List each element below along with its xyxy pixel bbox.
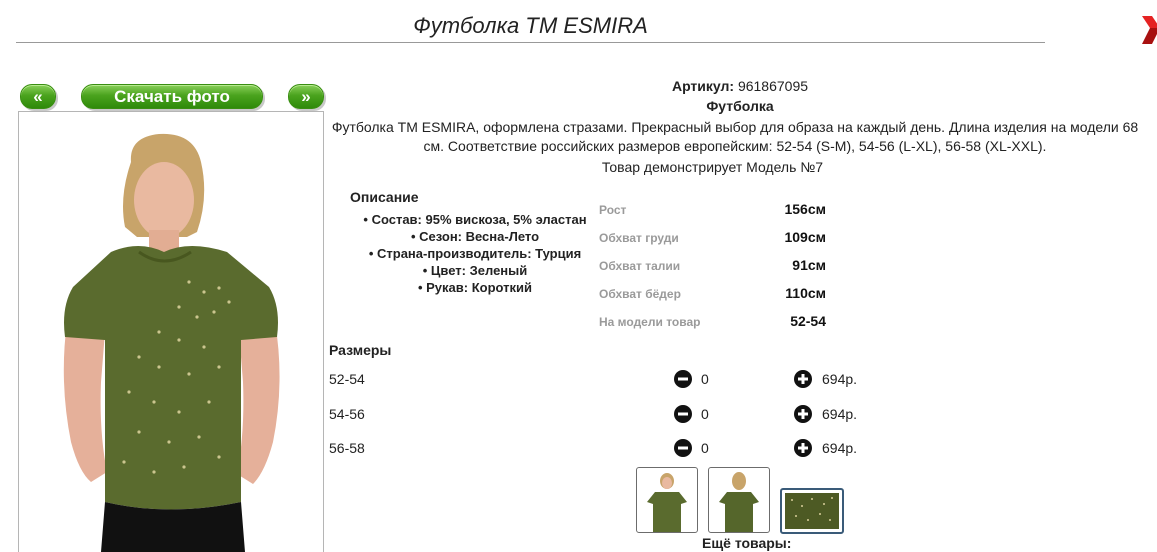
minus-circle-icon[interactable] [674,370,692,388]
description-item: Сезон: Весна-Лето [350,228,600,245]
size-row: 56-58 0 694р. [329,439,889,460]
thumbnail-detail-image [785,493,839,529]
quantity-value: 0 [701,371,709,387]
download-photo-button[interactable]: Скачать фото [81,84,263,109]
size-label: 56-58 [329,440,365,456]
quantity-value: 0 [701,406,709,422]
product-type: Футболка [706,98,774,114]
description-list: Состав: 95% вискоза, 5% эластан Сезон: В… [350,211,600,296]
measurement-label: Обхват груди [599,231,679,245]
measurement-label: Рост [599,203,627,217]
plus-circle-icon[interactable] [794,370,812,388]
minus-circle-icon[interactable] [674,439,692,457]
more-products-label: Ещё товары: [702,535,792,551]
size-label: 52-54 [329,371,365,387]
minus-circle-icon[interactable] [674,405,692,423]
description-item: Состав: 95% вискоза, 5% эластан [350,211,600,228]
thumbnail-detail[interactable] [780,488,844,534]
description-item: Рукав: Короткий [350,279,600,296]
quantity-value: 0 [701,440,709,456]
size-row: 52-54 0 694р. [329,370,889,391]
thumbnail-front-image [647,473,687,532]
measurement-value: 156см [784,201,826,217]
measurement-value: 91см [792,257,826,273]
thumbnail-back[interactable] [708,467,770,533]
product-description: Футболка ТМ ESMIRA, оформлена стразами. … [331,119,1139,154]
measurement-row: На модели товар 52-54 [599,313,829,341]
description-item: Страна-производитель: Турция [350,245,600,262]
article-value: 961867095 [737,78,809,94]
measurement-label: Обхват талии [599,259,681,273]
plus-circle-icon[interactable] [794,439,812,457]
size-price: 694р. [822,440,858,456]
size-price: 694р. [822,371,858,387]
thumbnail-back-image [719,472,759,532]
prev-photo-button[interactable]: « [20,84,56,109]
description-item: Цвет: Зеленый [350,262,600,279]
product-photo-illustration [63,133,280,552]
thumbnail-front[interactable] [636,467,698,533]
measurement-value: 109см [784,229,826,245]
plus-circle-icon[interactable] [794,405,812,423]
measurement-row: Обхват талии 91см [599,257,829,285]
next-photo-button[interactable]: » [288,84,324,109]
size-row: 54-56 0 694р. [329,405,889,426]
close-icon[interactable] [1138,14,1157,46]
measurement-row: Обхват груди 109см [599,229,829,257]
measurement-label: На модели товар [599,315,701,329]
measurement-label: Обхват бёдер [599,287,681,301]
measurement-row: Рост 156см [599,201,829,229]
article-line: Артикул: 961867095 [330,78,1150,94]
product-photo[interactable] [18,111,324,552]
measurement-value: 110см [785,285,826,301]
model-measurements: Рост 156см Обхват груди 109см Обхват тал… [599,201,829,341]
sizes-heading: Размеры [329,342,392,358]
size-label: 54-56 [329,406,365,422]
measurement-row: Обхват бёдер 110см [599,285,829,313]
description-heading: Описание [350,189,419,205]
model-note: Товар демонстрирует Модель №7 [601,159,824,175]
page-title: Футболка ТМ ESMIRA [16,12,1045,43]
size-price: 694р. [822,406,858,422]
measurement-value: 52-54 [790,313,826,329]
article-label: Артикул: [671,78,735,94]
